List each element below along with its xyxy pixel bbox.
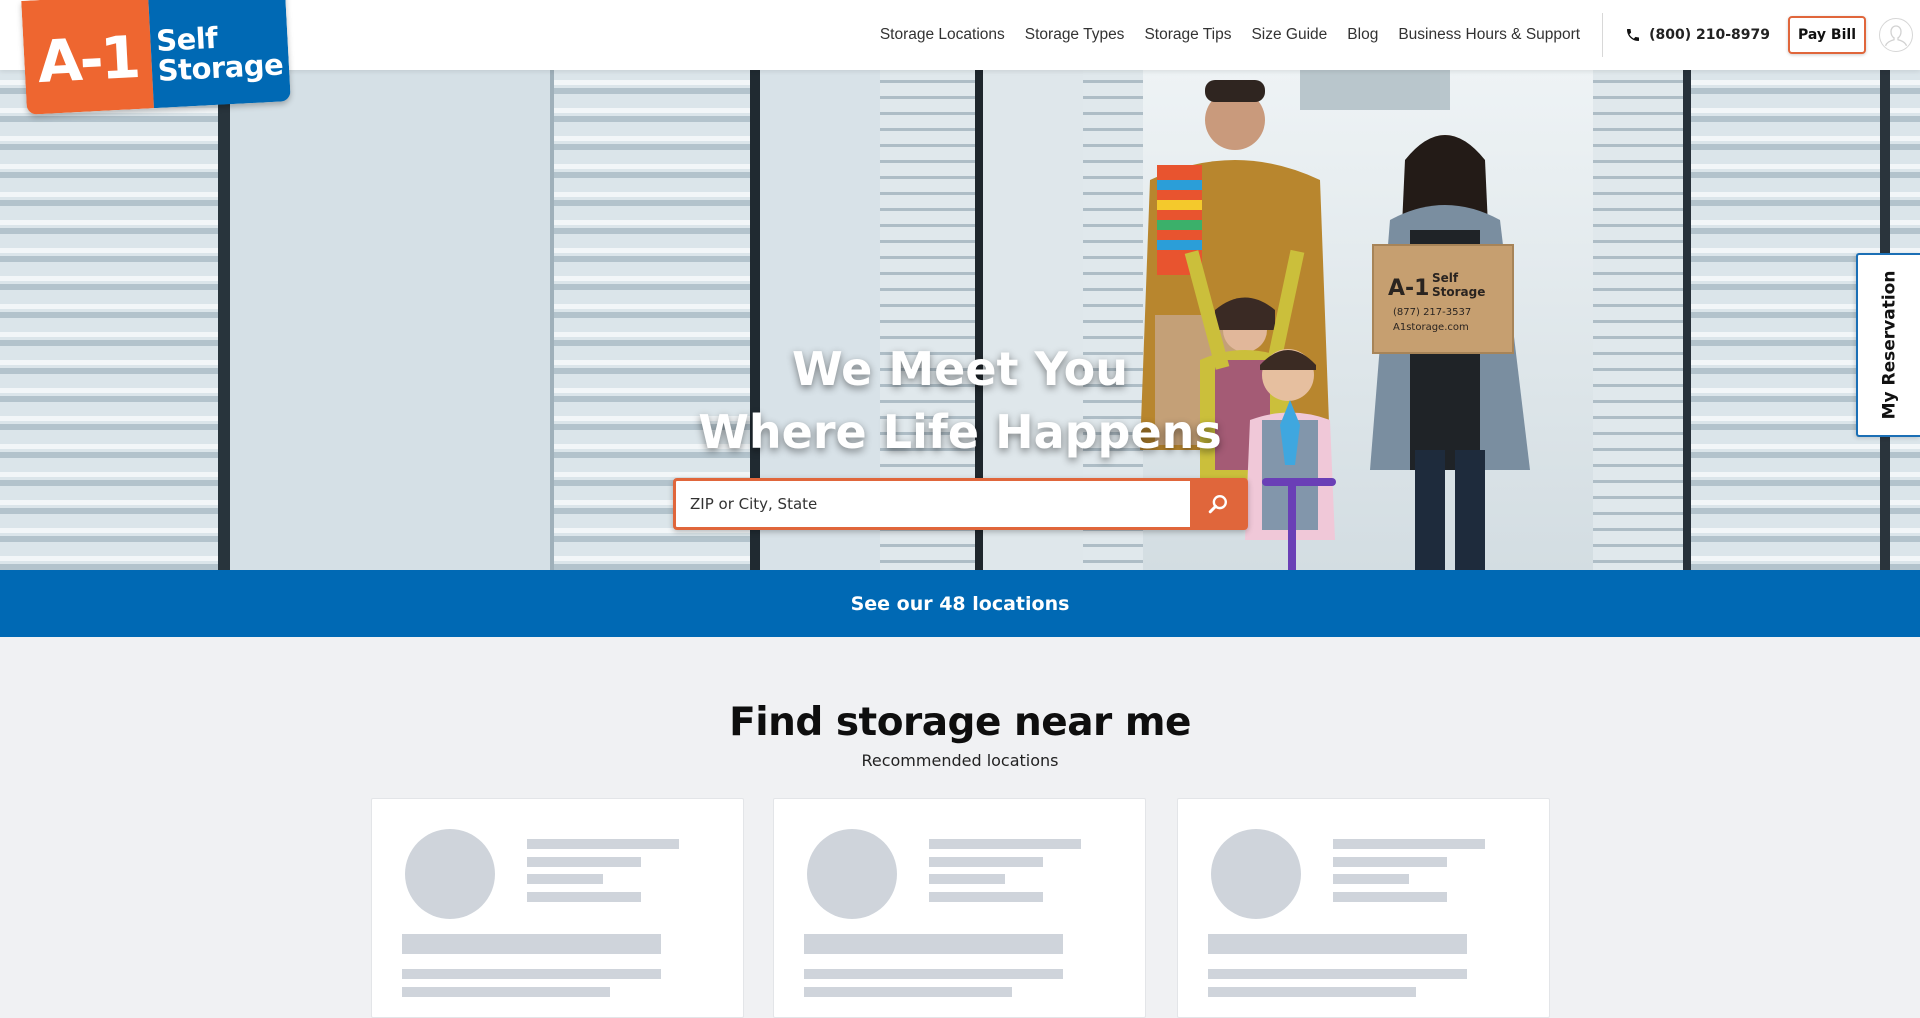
nav-size-guide[interactable]: Size Guide [1251, 26, 1327, 44]
phone-number: (800) 210-8979 [1649, 27, 1771, 43]
see-locations-label: See our 48 locations [850, 592, 1070, 615]
my-reservation-tab[interactable]: My Reservation [1856, 253, 1920, 437]
phone-icon [1627, 29, 1640, 41]
skeleton-line [527, 839, 679, 849]
svg-text:(877) 217-3537: (877) 217-3537 [1393, 307, 1471, 318]
recommended-locations-subheading: Recommended locations [861, 751, 1059, 770]
skeleton-line [527, 857, 641, 867]
nav-blog[interactable]: Blog [1347, 26, 1378, 44]
location-card-skeleton [773, 798, 1146, 1018]
main-nav: Storage Locations Storage Types Storage … [880, 0, 1920, 70]
hero-headline-line2: Where Life Happens [698, 405, 1222, 459]
hero-headline-line1: We Meet You [792, 342, 1128, 396]
skeleton-image [1211, 829, 1301, 919]
location-card-skeleton [1177, 798, 1550, 1018]
skeleton-line [1208, 969, 1467, 979]
account-button[interactable] [1879, 18, 1913, 52]
skeleton-title-bar [402, 934, 661, 954]
skeleton-line [929, 857, 1043, 867]
nav-business-hours-support[interactable]: Business Hours & Support [1398, 26, 1580, 44]
find-storage-heading: Find storage near me [729, 700, 1191, 745]
svg-text:Storage: Storage [1432, 285, 1485, 299]
search-button[interactable] [1190, 481, 1245, 527]
skeleton-image [405, 829, 495, 919]
pay-bill-button[interactable]: Pay Bill [1788, 16, 1866, 54]
skeleton-line [1333, 839, 1485, 849]
phone-link[interactable]: (800) 210-8979 [1625, 27, 1770, 43]
location-search-bar [673, 478, 1248, 530]
skeleton-image [807, 829, 897, 919]
skeleton-line [929, 892, 1043, 902]
logo-blue-panel: Self Storage [147, 0, 291, 109]
see-locations-banner[interactable]: See our 48 locations [0, 570, 1920, 637]
nav-storage-types[interactable]: Storage Types [1025, 26, 1125, 44]
svg-text:A-1: A-1 [1388, 276, 1429, 301]
skeleton-title-bar [1208, 934, 1467, 954]
nav-divider [1602, 13, 1604, 57]
logo-storage-text: Storage [156, 47, 284, 88]
my-reservation-label: My Reservation [1879, 270, 1900, 420]
hero-section: A-1 Self Storage (877) 217-3537 A1storag… [0, 70, 1920, 570]
skeleton-line [1208, 987, 1416, 997]
logo-orange-panel: A-1 [21, 0, 154, 115]
svg-text:Self: Self [1432, 271, 1459, 285]
nav-storage-locations[interactable]: Storage Locations [880, 26, 1005, 44]
skeleton-line [1333, 874, 1409, 884]
location-card-skeleton [371, 798, 744, 1018]
skeleton-line [402, 987, 610, 997]
site-header: A-1 Self Storage Storage Locations Stora… [0, 0, 1920, 115]
skeleton-title-bar [804, 934, 1063, 954]
nav-storage-tips[interactable]: Storage Tips [1144, 26, 1231, 44]
skeleton-line [804, 987, 1012, 997]
skeleton-line [929, 839, 1081, 849]
svg-text:A1storage.com: A1storage.com [1393, 322, 1469, 333]
skeleton-line [527, 874, 603, 884]
user-avatar-icon [1884, 25, 1908, 47]
search-icon [1208, 495, 1227, 514]
logo-a1-text: A-1 [35, 23, 140, 97]
skeleton-line [804, 969, 1063, 979]
hero-headline: We Meet You Where Life Happens [0, 338, 1920, 464]
skeleton-line [527, 892, 641, 902]
location-search-input[interactable] [676, 481, 1190, 527]
skeleton-line [1333, 857, 1447, 867]
skeleton-line [929, 874, 1005, 884]
skeleton-line [402, 969, 661, 979]
brand-logo[interactable]: A-1 Self Storage [21, 0, 291, 115]
skeleton-line [1333, 892, 1447, 902]
